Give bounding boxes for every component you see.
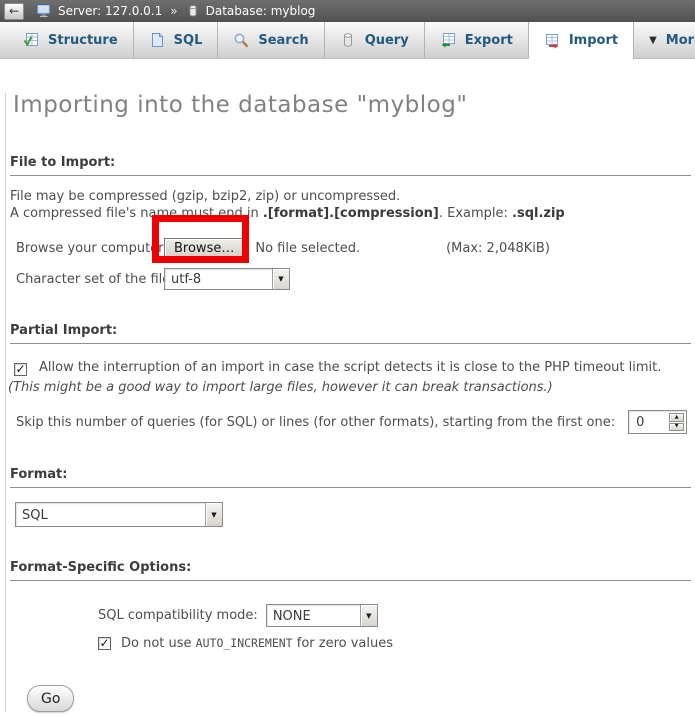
export-icon — [440, 32, 456, 48]
sql-compat-select[interactable]: NONE ▼ — [266, 604, 378, 627]
allow-interrupt-checkbox[interactable]: ✓ — [14, 363, 27, 376]
tab-more-label: More — [666, 33, 695, 48]
section-heading-partial-import: Partial Import: — [10, 323, 691, 344]
browse-label: Browse your computer: — [16, 241, 164, 256]
content-left-border — [5, 92, 6, 712]
auto-increment-row: ✓ Do not use AUTO_INCREMENT for zero val… — [98, 636, 695, 651]
tab-import-label: Import — [569, 33, 618, 48]
breadcrumb-database[interactable]: Database: myblog — [206, 4, 316, 18]
tab-query[interactable]: Query — [325, 22, 425, 58]
import-content: Importing into the database "myblog" Fil… — [0, 92, 695, 712]
breadcrumb-bar: ← Server: 127.0.0.1 » Database: myblog — [0, 0, 695, 22]
stepper-buttons: ▲ ▼ — [667, 411, 686, 433]
skip-queries-stepper[interactable]: 0 ▲ ▼ — [628, 410, 687, 434]
help-sql-zip-example: .sql.zip — [512, 206, 565, 221]
chevron-down-icon[interactable]: ▼ — [272, 269, 289, 289]
sql-compat-row: SQL compatibility mode: NONE ▼ — [98, 604, 695, 627]
no-file-selected-text: No file selected. — [255, 241, 360, 256]
auto-increment-checkbox[interactable]: ✓ — [98, 637, 111, 650]
chevron-down-icon: ▼ — [649, 35, 657, 46]
stepper-up-icon[interactable]: ▲ — [669, 413, 684, 422]
import-icon — [544, 33, 560, 49]
allow-interrupt-row: ✓ Allow the interruption of an import in … — [8, 358, 689, 398]
sql-icon — [149, 32, 165, 48]
stepper-down-icon[interactable]: ▼ — [669, 423, 684, 432]
help-format-compression: .[format].[compression] — [263, 206, 439, 221]
charset-label: Character set of the file: — [16, 272, 164, 287]
tab-more[interactable]: ▼ More — [634, 22, 695, 58]
tab-search-label: Search — [258, 33, 308, 48]
help-line2-mid: . Example: — [439, 206, 512, 221]
format-select[interactable]: SQL ▼ — [15, 502, 223, 527]
file-help-text: File may be compressed (gzip, bzip2, zip… — [10, 188, 689, 222]
server-icon — [36, 3, 52, 19]
auto-increment-text: Do not use AUTO_INCREMENT for zero value… — [121, 636, 393, 651]
tab-search[interactable]: Search — [218, 22, 324, 58]
sql-compat-label: SQL compatibility mode: — [98, 608, 258, 623]
section-heading-format-options: Format-Specific Options: — [10, 560, 691, 581]
search-icon — [233, 32, 249, 48]
tab-export-label: Export — [465, 33, 513, 48]
auto-increment-code: AUTO_INCREMENT — [196, 636, 293, 650]
skip-queries-value: 0 — [629, 411, 667, 433]
allow-interrupt-text: Allow the interruption of an import in c… — [39, 360, 661, 375]
help-line2-prefix: A compressed file's name must end in — [10, 206, 263, 221]
breadcrumb-server[interactable]: Server: 127.0.0.1 — [58, 4, 162, 18]
phpmyadmin-import-page: ← Server: 127.0.0.1 » Database: myblog — [0, 0, 695, 716]
breadcrumb-separator: » — [168, 4, 179, 18]
allow-interrupt-note: (This might be a good way to import larg… — [8, 380, 553, 395]
browse-row: Browse your computer: Browse… No file se… — [16, 238, 695, 259]
charset-select-value: utf-8 — [165, 269, 272, 289]
back-button[interactable]: ← — [4, 3, 24, 20]
section-heading-file-to-import: File to Import: — [10, 155, 691, 176]
browse-button[interactable]: Browse… — [164, 238, 244, 259]
structure-icon — [23, 32, 39, 48]
skip-queries-row: Skip this number of queries (for SQL) or… — [16, 410, 695, 434]
tab-sql[interactable]: SQL — [134, 22, 219, 58]
tab-bar: Structure SQL Search — [0, 22, 695, 59]
help-line1: File may be compressed (gzip, bzip2, zip… — [10, 189, 400, 204]
database-icon — [186, 3, 200, 19]
format-select-value: SQL — [16, 503, 205, 526]
tab-import[interactable]: Import — [529, 22, 634, 59]
go-button[interactable]: Go — [27, 685, 74, 712]
tab-sql-label: SQL — [174, 33, 203, 48]
chevron-down-icon[interactable]: ▼ — [205, 503, 222, 526]
format-row: SQL ▼ — [15, 502, 695, 527]
tab-export[interactable]: Export — [425, 22, 529, 58]
section-heading-format: Format: — [10, 467, 691, 488]
query-icon — [340, 32, 356, 48]
charset-select[interactable]: utf-8 ▼ — [164, 268, 290, 290]
tab-structure[interactable]: Structure — [8, 22, 134, 58]
max-size-text: (Max: 2,048KiB) — [446, 241, 550, 256]
charset-row: Character set of the file: utf-8 ▼ — [16, 268, 695, 290]
sql-compat-select-value: NONE — [267, 605, 360, 626]
tab-query-label: Query — [365, 33, 409, 48]
skip-queries-label: Skip this number of queries (for SQL) or… — [16, 415, 615, 430]
page-title: Importing into the database "myblog" — [13, 92, 695, 118]
chevron-down-icon[interactable]: ▼ — [360, 605, 377, 626]
tab-structure-label: Structure — [48, 33, 118, 48]
